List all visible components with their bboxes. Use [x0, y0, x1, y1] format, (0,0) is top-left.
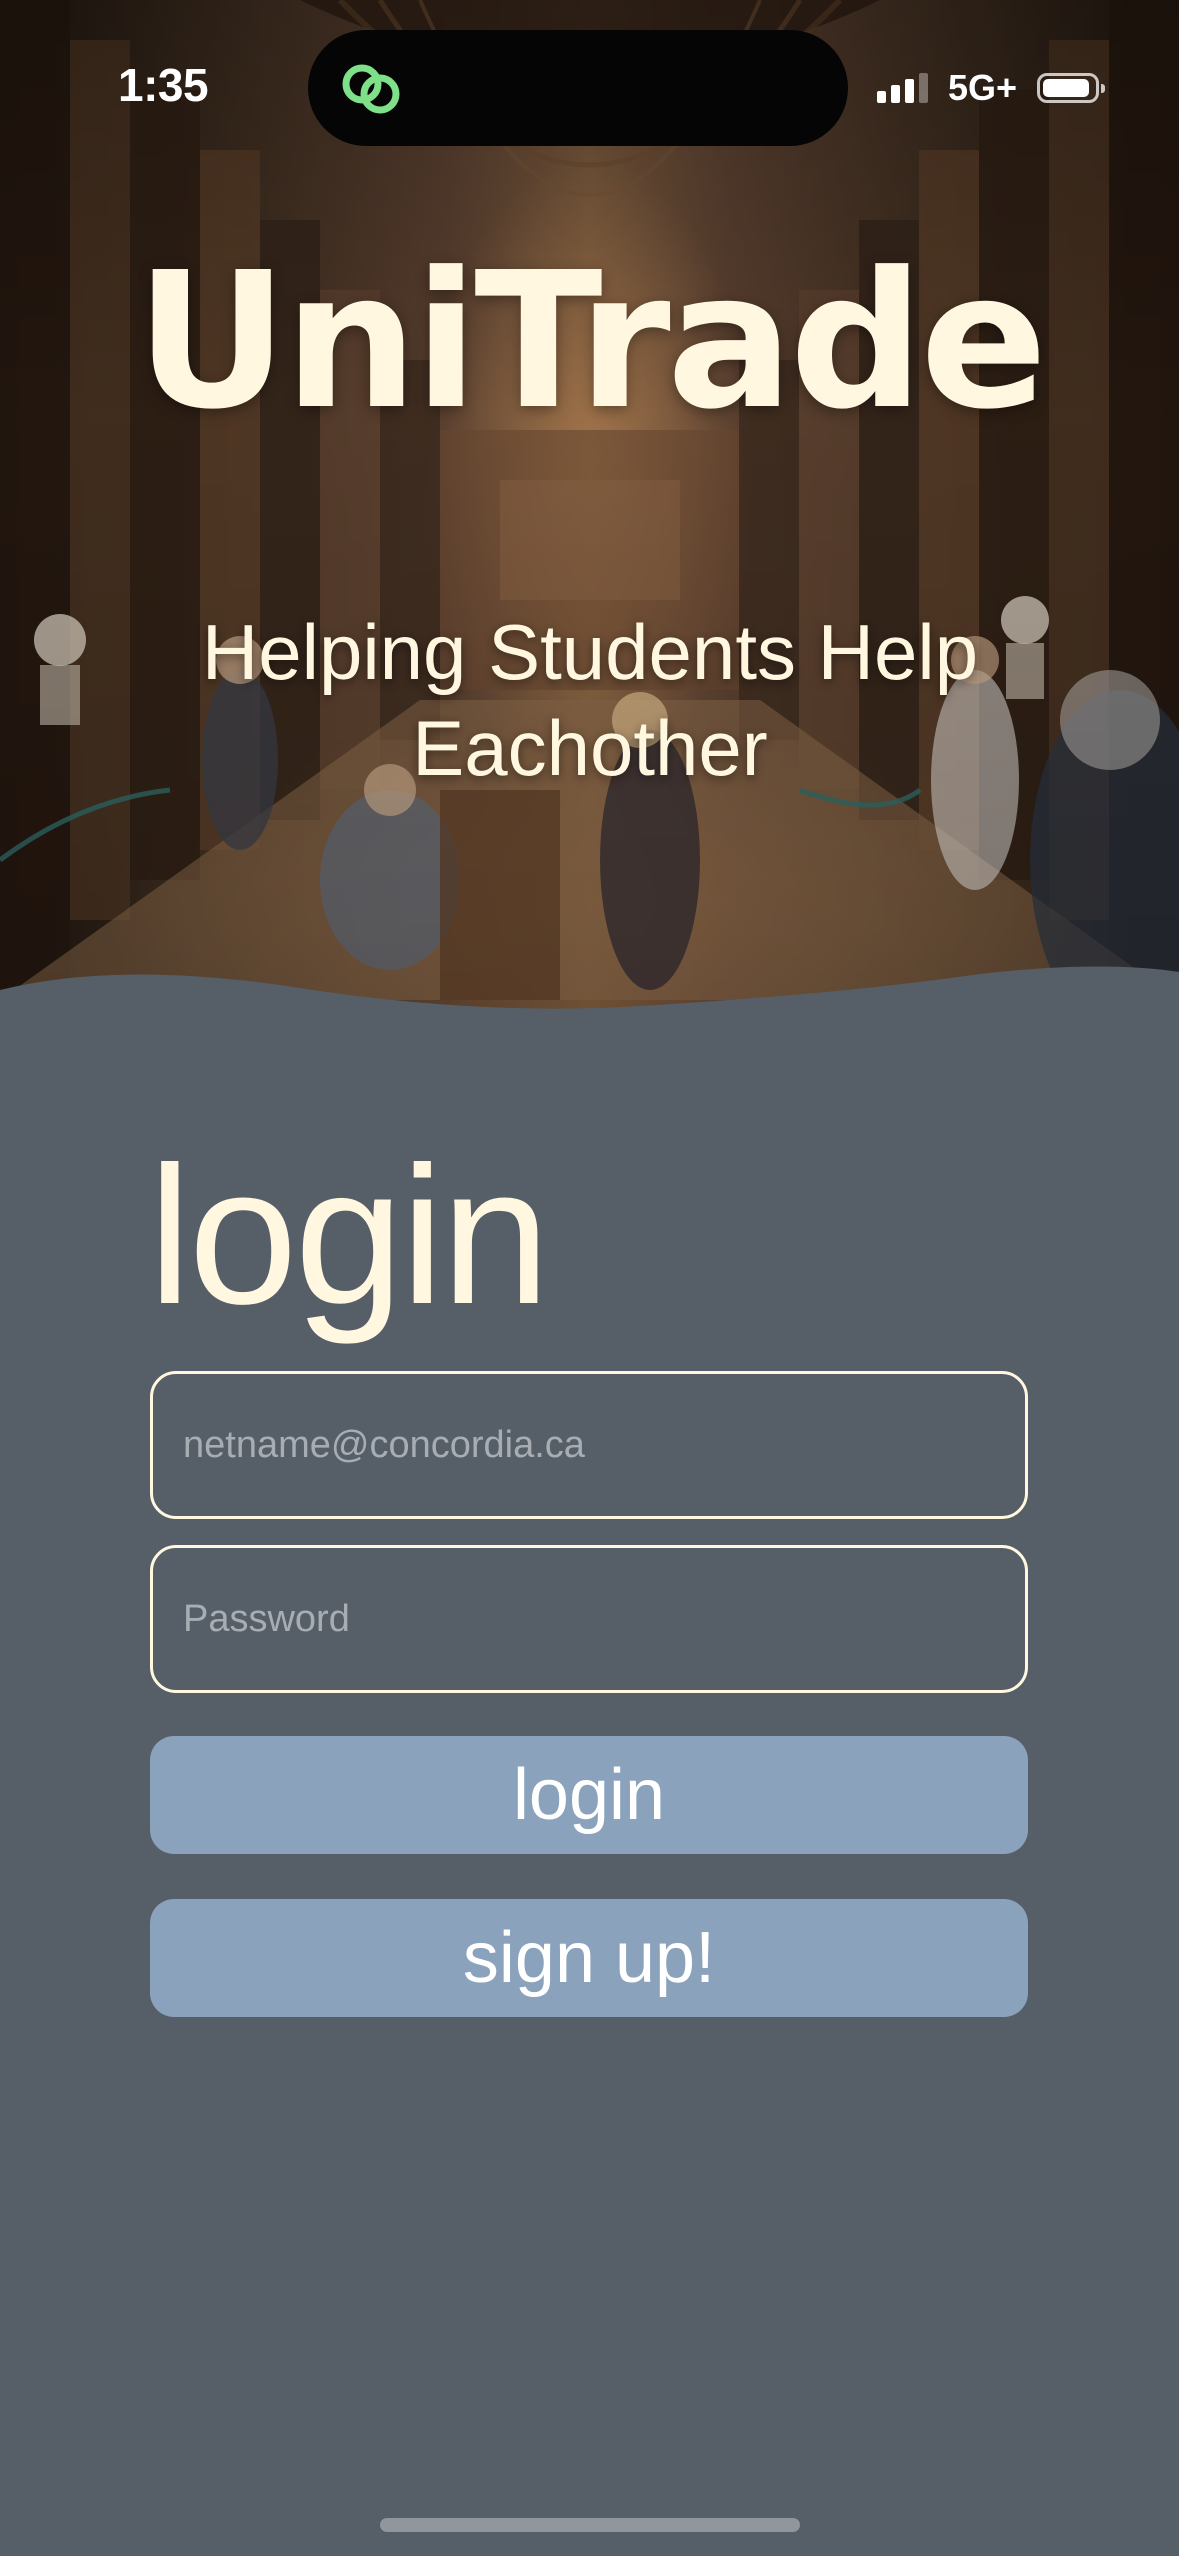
- app-title: UniTrade: [135, 232, 1047, 451]
- email-field[interactable]: [150, 1371, 1028, 1519]
- password-field[interactable]: [150, 1545, 1028, 1693]
- network-type: 5G+: [947, 67, 1017, 108]
- wave-divider: [0, 966, 1179, 1080]
- login-button[interactable]: login: [150, 1736, 1028, 1854]
- hero-background-image: [0, 0, 1179, 1030]
- home-indicator[interactable]: [380, 2518, 800, 2532]
- cellular-signal-icon: [876, 73, 928, 103]
- tagline: Helping Students Help Eachother: [201, 608, 979, 792]
- status-time: 1:35: [118, 59, 209, 111]
- login-heading: login: [148, 1126, 550, 1345]
- status-indicators: 5G+: [876, 66, 1105, 110]
- login-screen: 1:35 5G+ UniTrade Helping Students Help …: [0, 0, 1179, 2556]
- battery-icon: [1037, 73, 1105, 103]
- hero-overlay: [0, 0, 1179, 1030]
- battery-level: [1043, 79, 1089, 97]
- sign-up-button[interactable]: sign up!: [150, 1899, 1028, 2017]
- dynamic-island: [308, 30, 848, 146]
- link-rings-icon: [342, 64, 400, 114]
